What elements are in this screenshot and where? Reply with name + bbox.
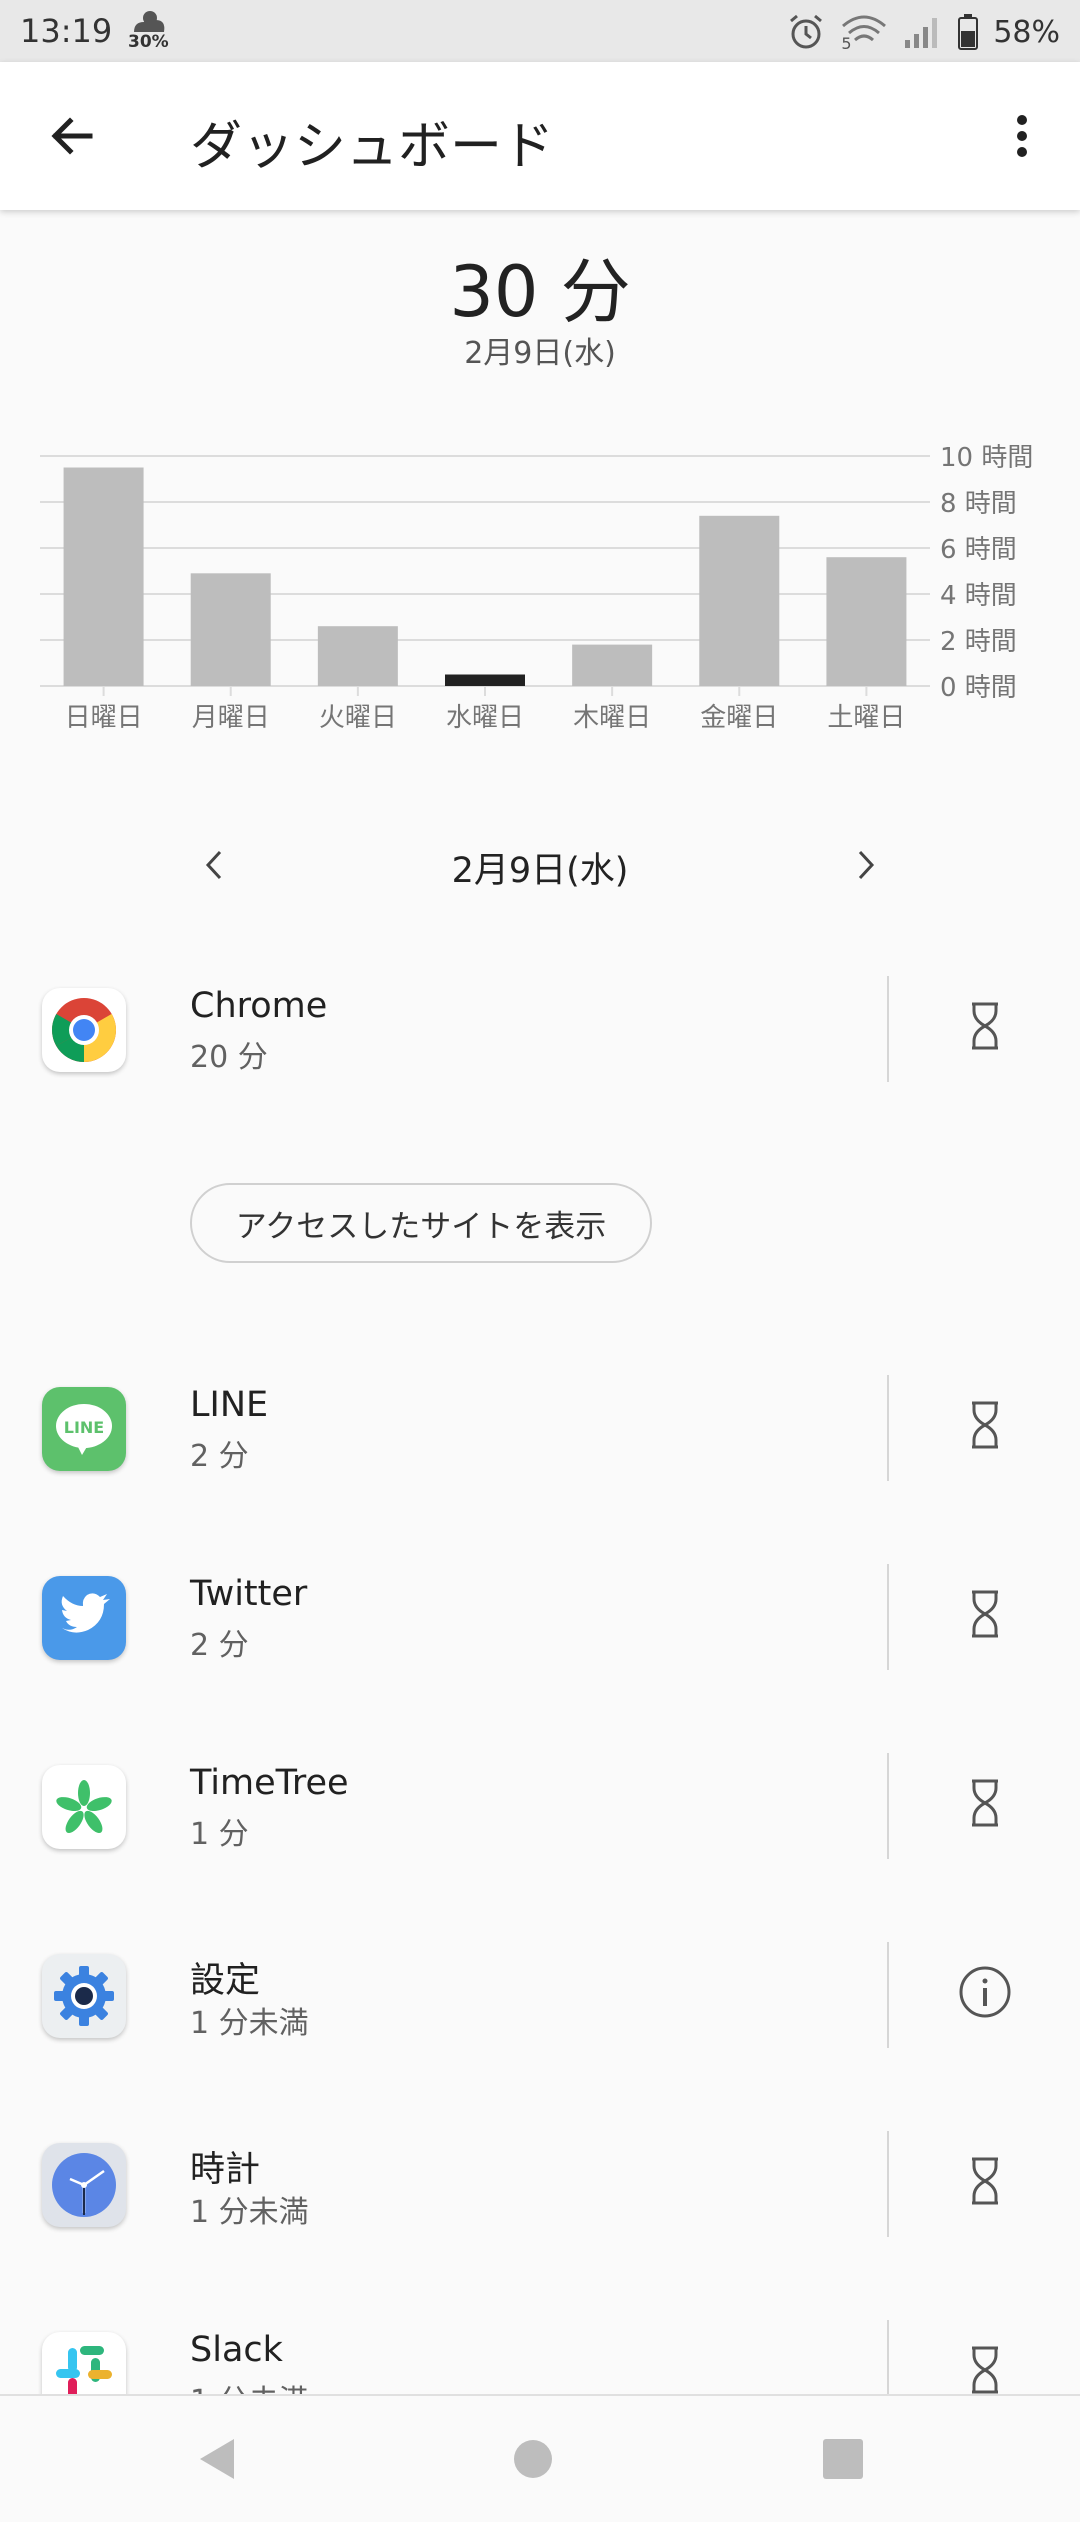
alarm-icon: [790, 14, 823, 49]
app-name: LINE: [190, 1385, 269, 1425]
app-name: Slack: [190, 2330, 283, 2370]
battery-percent: 58%: [993, 14, 1060, 50]
signal-icon: [905, 18, 938, 48]
app-duration: 20 分: [190, 1040, 268, 1075]
weather-temp: 30%: [128, 32, 169, 52]
app-row-chrome[interactable]: Chrome 20 分: [0, 966, 1080, 1106]
x-tick-label: 金曜日: [700, 703, 778, 733]
chart-bar: [826, 557, 907, 686]
divider: [887, 2131, 889, 2237]
view-visited-sites-button[interactable]: アクセスしたサイトを表示: [190, 1183, 652, 1263]
summary-date: 2月9日(水): [464, 336, 616, 371]
line-icon: LINE: [42, 1387, 126, 1471]
y-tick-label: 10 時間: [940, 443, 1033, 473]
next-day-button[interactable]: [840, 840, 890, 890]
system-nav-bar: [0, 2394, 1080, 2522]
app-timer-button[interactable]: [955, 1773, 1015, 1833]
hourglass-icon: [972, 1590, 998, 1638]
app-duration: 2 分: [190, 1439, 249, 1474]
app-timer-button[interactable]: [955, 2340, 1015, 2400]
chrome-icon: [42, 988, 126, 1072]
chart-bar: [572, 644, 653, 686]
nav-home-button[interactable]: [505, 2431, 561, 2487]
x-tick-label: 水曜日: [446, 703, 524, 733]
x-tick-label: 日曜日: [65, 703, 143, 733]
line-icon-text: LINE: [64, 1418, 104, 1437]
app-bar: ダッシュボード: [0, 62, 1080, 210]
nav-back-button[interactable]: [190, 2431, 246, 2487]
app-duration: 1 分: [190, 1817, 249, 1852]
hourglass-icon: [972, 1002, 998, 1050]
usage-bar-chart: 0 時間 2 時間 4 時間 6 時間 8 時間 10 時間日曜日 月曜日 火曜日 水曜日 木曜日…: [40, 443, 1033, 733]
app-timer-button[interactable]: [955, 2151, 1015, 2211]
app-timer-button[interactable]: [955, 1395, 1015, 1455]
more-vert-icon: [1017, 115, 1027, 157]
app-name: TimeTree: [190, 1763, 349, 1803]
app-duration: 2 分: [190, 1628, 249, 1663]
nav-recents-icon: [823, 2439, 863, 2479]
y-tick-label: 0 時間: [940, 673, 1017, 703]
nav-back-icon: [200, 2439, 234, 2479]
chart-bar: [445, 674, 525, 686]
x-tick-label: 土曜日: [827, 703, 905, 733]
arrow-left-icon: [51, 117, 93, 155]
settings-gear-icon: [42, 1954, 126, 2038]
timetree-icon: [42, 1765, 126, 1849]
nav-home-icon: [514, 2440, 552, 2478]
wifi-band: 5: [841, 34, 852, 53]
clock-icon: [42, 2143, 126, 2227]
app-name: 設定: [190, 1961, 261, 2001]
hourglass-icon: [972, 1401, 998, 1449]
divider: [887, 1753, 889, 1859]
app-duration: 1 分未満: [190, 2195, 309, 2230]
divider: [887, 976, 889, 1082]
y-tick-label: 8 時間: [940, 489, 1017, 519]
x-tick-label: 火曜日: [319, 703, 397, 733]
hourglass-icon: [972, 1779, 998, 1827]
app-name: Chrome: [190, 986, 328, 1026]
chart-bar: [63, 467, 144, 686]
app-row-timetree[interactable]: TimeTree 1 分: [0, 1743, 1080, 1883]
app-duration: 1 分未満: [190, 2006, 309, 2041]
chart-bar: [317, 626, 398, 686]
date-nav-label: 2月9日(水): [451, 851, 629, 891]
nav-recents-button[interactable]: [815, 2431, 871, 2487]
status-time: 13:19: [20, 12, 113, 50]
chevron-right-icon: [858, 850, 875, 880]
twitter-icon: [42, 1576, 126, 1660]
total-usage: 30 分: [449, 251, 631, 333]
chart-bar: [190, 573, 271, 686]
x-tick-label: 木曜日: [573, 703, 651, 733]
divider: [887, 1564, 889, 1670]
status-bar: 13:19 30% 5 58%: [0, 0, 1080, 62]
app-timer-button[interactable]: [955, 1584, 1015, 1644]
app-info-button[interactable]: [955, 1962, 1015, 2022]
app-timer-button[interactable]: [955, 996, 1015, 1056]
app-row-clock[interactable]: 時計 1 分未満: [0, 2121, 1080, 2261]
chart-bar: [699, 515, 780, 686]
app-name: 時計: [190, 2150, 261, 2190]
info-icon: [959, 1966, 1011, 2018]
wifi-icon: 5: [839, 12, 889, 53]
app-name: Twitter: [190, 1574, 308, 1614]
hourglass-icon: [972, 2346, 998, 2394]
divider: [887, 1942, 889, 2048]
app-row-line[interactable]: LINE LINE 2 分: [0, 1365, 1080, 1505]
overflow-menu-button[interactable]: [994, 108, 1050, 164]
x-tick-label: 月曜日: [192, 703, 270, 733]
back-button[interactable]: [44, 108, 100, 164]
page-title: ダッシュボード: [190, 117, 555, 177]
y-tick-label: 2 時間: [940, 627, 1017, 657]
hourglass-icon: [972, 2157, 998, 2205]
app-row-twitter[interactable]: Twitter 2 分: [0, 1554, 1080, 1694]
weather-icon: 30%: [126, 8, 172, 54]
y-tick-label: 4 時間: [940, 581, 1017, 611]
y-tick-label: 6 時間: [940, 535, 1017, 565]
app-row-settings[interactable]: 設定 1 分未満: [0, 1932, 1080, 2072]
battery-icon: [958, 14, 979, 50]
divider: [887, 1375, 889, 1481]
